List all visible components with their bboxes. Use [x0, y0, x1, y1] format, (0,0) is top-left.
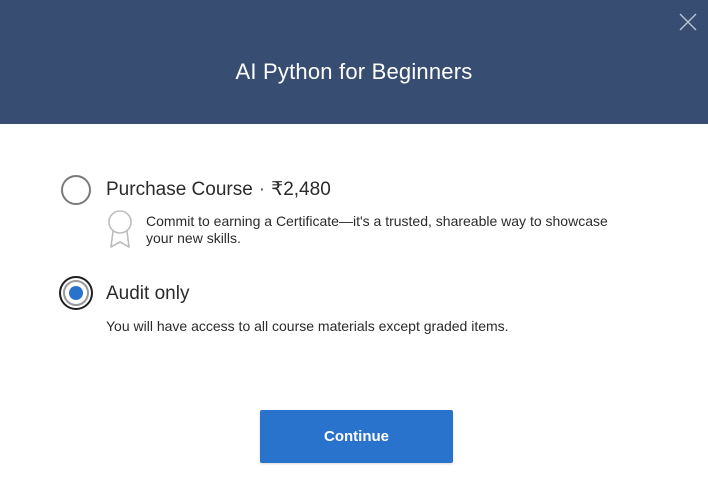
certificate-icon: [108, 210, 132, 248]
dialog-header: AI Python for Beginners: [0, 0, 708, 124]
purchase-course-description: Commit to earning a Certificate—it's a t…: [146, 213, 608, 246]
course-price: ₹2,480: [271, 179, 331, 200]
audit-only-description: You will have access to all course mater…: [106, 318, 509, 334]
price-separator: ·: [258, 179, 266, 200]
radio-selected-dot: [69, 286, 83, 300]
close-icon: [679, 13, 697, 31]
enrollment-dialog: AI Python for Beginners Purchase Course ·…: [0, 0, 708, 493]
audit-only-radio[interactable]: [59, 276, 93, 310]
continue-button[interactable]: Continue: [260, 410, 453, 463]
audit-only-label[interactable]: Audit only: [106, 281, 189, 307]
dialog-title: AI Python for Beginners: [235, 59, 473, 84]
purchase-course-radio[interactable]: [61, 175, 91, 205]
purchase-course-label[interactable]: Purchase Course · ₹2,480: [106, 177, 331, 203]
purchase-course-text: Purchase Course: [106, 179, 253, 200]
close-button[interactable]: [676, 10, 700, 34]
